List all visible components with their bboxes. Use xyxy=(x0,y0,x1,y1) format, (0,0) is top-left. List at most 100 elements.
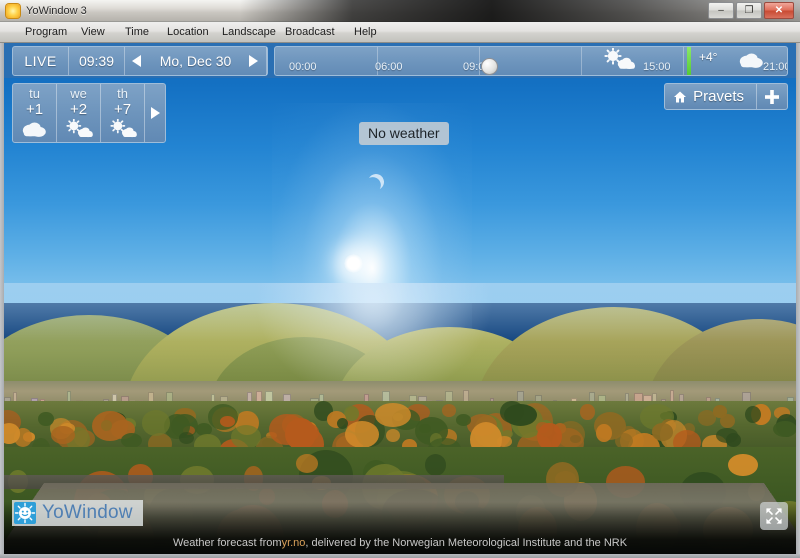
day-tile-temperature: +1 xyxy=(13,101,56,118)
menu-item-location[interactable]: Location xyxy=(160,22,216,42)
tree xyxy=(38,412,54,427)
timeline-slider[interactable]: 00:0006:0009:0015:0021:00+4° xyxy=(274,46,788,76)
menu-item-program[interactable]: Program xyxy=(18,22,74,42)
tree xyxy=(419,424,430,434)
day-forecast-strip: tu+1we+2th+7 xyxy=(12,83,166,143)
weather-toolbar: LIVE 09:39 Mo, Dec 30 xyxy=(4,43,796,78)
day-tile-temperature: +7 xyxy=(101,101,144,118)
maximize-button[interactable]: ❐ xyxy=(736,2,762,19)
day-tile-weekday: we xyxy=(57,86,100,101)
tree xyxy=(745,406,761,423)
day-tile-weekday: tu xyxy=(13,86,56,101)
status-bar: Weather forecast from yr.no, delivered b… xyxy=(4,532,796,554)
window-frame-bottom xyxy=(0,554,800,558)
window-frame-right xyxy=(796,43,800,554)
minimize-icon: – xyxy=(709,3,733,18)
menu-item-label: Broadcast xyxy=(285,26,335,38)
chevron-right-icon xyxy=(249,55,258,67)
tree xyxy=(386,429,400,443)
location-bar: Pravets xyxy=(664,83,788,110)
tree xyxy=(773,421,796,438)
menu-item-label: Landscape xyxy=(222,26,276,38)
tree xyxy=(442,404,456,416)
add-location-button[interactable] xyxy=(757,84,787,109)
cloud-icon xyxy=(20,119,50,138)
next-days-button[interactable] xyxy=(145,84,165,142)
app-sun-icon xyxy=(6,4,20,18)
timeline-cloud-icon xyxy=(737,50,767,74)
location-name: Pravets xyxy=(693,88,744,105)
home-icon xyxy=(673,90,687,104)
clock-display: 09:39 xyxy=(69,47,125,75)
live-button[interactable]: LIVE xyxy=(13,47,69,75)
chevron-left-icon xyxy=(132,55,141,67)
live-date-panel: LIVE 09:39 Mo, Dec 30 xyxy=(12,46,268,76)
tree xyxy=(716,428,738,443)
timeline-separator xyxy=(683,47,684,75)
timeline-tick-label: 00:00 xyxy=(289,61,317,73)
close-icon: ✕ xyxy=(765,3,793,18)
maximize-icon: ❐ xyxy=(737,3,761,18)
clock-label: 09:39 xyxy=(79,53,114,69)
day-tile-weekday: th xyxy=(101,86,144,101)
tree xyxy=(652,423,674,441)
status-prefix: Weather forecast from xyxy=(173,537,282,549)
day-tile-we[interactable]: we+2 xyxy=(57,84,101,142)
tree xyxy=(375,403,411,427)
timeline-sun-cloud-icon xyxy=(602,48,636,75)
tree xyxy=(728,454,758,477)
timeline-handle[interactable] xyxy=(481,58,498,75)
day-tile-sun-cloud-icon xyxy=(101,119,144,139)
menu-item-label: View xyxy=(81,26,105,38)
menu-item-label: Time xyxy=(125,26,149,38)
sun-icon xyxy=(344,254,363,273)
tree xyxy=(345,421,379,448)
tree xyxy=(596,424,612,442)
window-title: YoWindow 3 xyxy=(26,3,87,19)
tree xyxy=(456,414,471,426)
no-weather-badge: No weather xyxy=(359,122,449,145)
chevron-right-icon xyxy=(151,107,160,119)
logo-text: YoWindow xyxy=(42,502,133,524)
tree xyxy=(121,433,142,448)
client-area: LIVE 09:39 Mo, Dec 30 xyxy=(4,43,796,554)
tree xyxy=(425,454,446,476)
tree xyxy=(269,414,305,445)
menu-item-label: Help xyxy=(354,26,377,38)
menu-item-landscape[interactable]: Landscape xyxy=(215,22,283,42)
yowindow-logo: YoWindow xyxy=(12,500,143,526)
day-tile-th[interactable]: th+7 xyxy=(101,84,145,142)
sky xyxy=(4,43,796,303)
tree xyxy=(720,414,735,428)
tree xyxy=(296,454,318,473)
menu-item-label: Program xyxy=(25,26,67,38)
day-tile-sun-cloud-icon xyxy=(57,119,100,139)
timeline-tick-1500: 15:00 xyxy=(643,61,671,73)
timeline-temperature: +4° xyxy=(699,50,717,64)
fullscreen-button[interactable] xyxy=(760,502,788,530)
next-day-button[interactable] xyxy=(246,54,260,68)
menu-item-broadcast[interactable]: Broadcast xyxy=(278,22,342,42)
tree xyxy=(504,404,537,426)
tree xyxy=(179,432,194,444)
location-button[interactable]: Pravets xyxy=(665,84,757,109)
menu-item-time[interactable]: Time xyxy=(118,22,156,42)
tree xyxy=(101,420,113,431)
day-tile-tu[interactable]: tu+1 xyxy=(13,84,57,142)
minimize-button[interactable]: – xyxy=(708,2,734,19)
day-tile-temperature: +2 xyxy=(57,101,100,118)
sun-cloud-icon xyxy=(108,119,138,138)
yr-no-link[interactable]: yr.no xyxy=(282,537,306,549)
title-bar: YoWindow 3 – ❐ ✕ xyxy=(0,0,800,22)
timeline-separator xyxy=(581,47,582,75)
date-label: Mo, Dec 30 xyxy=(160,53,232,69)
tree xyxy=(142,410,170,435)
close-button[interactable]: ✕ xyxy=(764,2,794,19)
cloud-icon xyxy=(737,50,767,69)
menu-item-help[interactable]: Help xyxy=(347,22,384,42)
timeline-tick-0000: 00:00 xyxy=(289,61,317,73)
menu-item-view[interactable]: View xyxy=(74,22,112,42)
sun-cloud-icon xyxy=(602,48,636,70)
prev-day-button[interactable] xyxy=(131,54,145,68)
live-label: LIVE xyxy=(24,53,56,69)
